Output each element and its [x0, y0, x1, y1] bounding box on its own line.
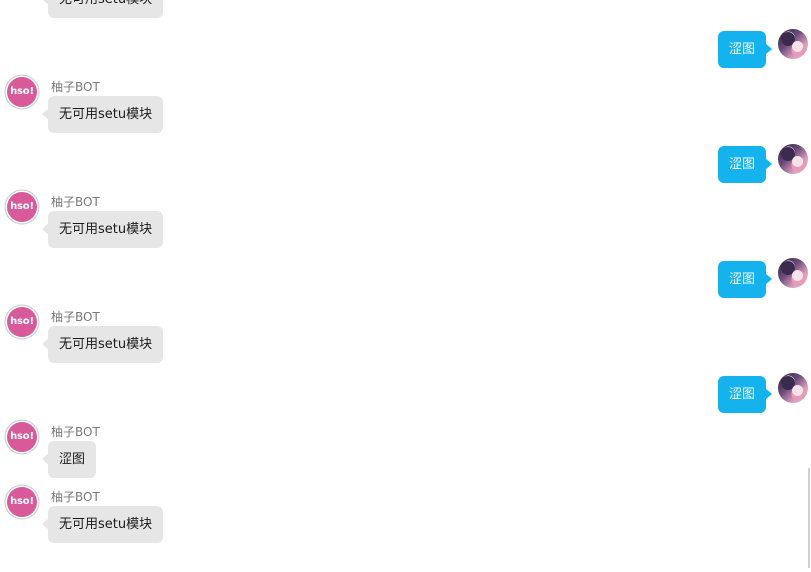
bot-sender-name: 柚子BOT: [51, 310, 100, 324]
bot-message-bubble: 涩图: [41, 441, 97, 478]
bot-avatar[interactable]: hso!: [7, 422, 37, 452]
bot-avatar[interactable]: hso!: [7, 487, 37, 517]
bot-message-bubble: 无可用setu模块: [41, 96, 164, 133]
bot-message-bubble: 无可用setu模块: [41, 211, 164, 248]
chat-message-list[interactable]: 无可用setu模块 涩图 hso! 柚子BOT 无可用setu模块 涩图 hso…: [0, 0, 811, 572]
user-avatar[interactable]: [778, 373, 808, 403]
bot-avatar[interactable]: hso!: [7, 77, 37, 107]
user-message-bubble: 涩图: [718, 31, 773, 68]
bot-sender-name: 柚子BOT: [51, 425, 100, 439]
bot-message-bubble: 无可用setu模块: [41, 0, 164, 18]
bot-sender-name: 柚子BOT: [51, 195, 100, 209]
user-avatar[interactable]: [778, 29, 808, 59]
user-message-bubble: 涩图: [718, 376, 773, 413]
bot-message-bubble: 无可用setu模块: [41, 506, 164, 543]
user-message-bubble: 涩图: [718, 261, 773, 298]
bot-sender-name: 柚子BOT: [51, 490, 100, 504]
user-avatar[interactable]: [778, 258, 808, 288]
user-message-bubble: 涩图: [718, 146, 773, 183]
bot-avatar[interactable]: hso!: [7, 192, 37, 222]
bot-sender-name: 柚子BOT: [51, 80, 100, 94]
bot-message-bubble: 无可用setu模块: [41, 326, 164, 363]
bot-avatar[interactable]: hso!: [7, 307, 37, 337]
scrollbar[interactable]: [808, 468, 810, 568]
user-avatar[interactable]: [778, 144, 808, 174]
